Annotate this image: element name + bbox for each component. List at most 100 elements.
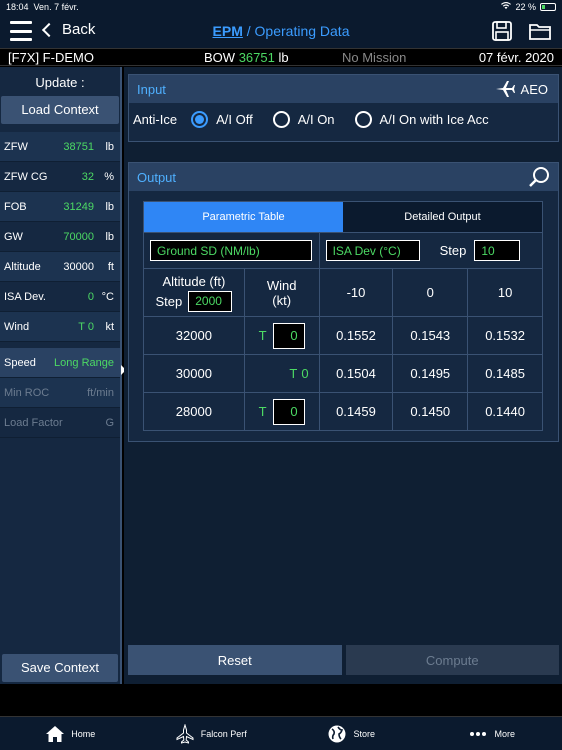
context-sidebar: Update : Load Context ZFW 38751 lb ZFW C… <box>0 67 126 684</box>
sidebar-row-speed[interactable]: Speed Long Range <box>0 348 120 378</box>
radio-unselected-icon <box>272 111 290 128</box>
reset-button[interactable]: Reset <box>128 645 342 675</box>
radio-label: A/I On with Ice Acc <box>379 112 489 127</box>
input-panel-header: Input AEO <box>129 75 558 103</box>
row-label: Altitude <box>4 260 41 273</box>
altitude-header: Altitude (ft) Step 2000 <box>144 269 245 316</box>
table-cell: 0.1450 <box>393 393 469 430</box>
isa-step-input[interactable]: 10 <box>474 240 521 261</box>
bow-readout: BOW 36751 lb <box>204 50 289 65</box>
sidebar-row-isa-dev[interactable]: ISA Dev. 0 °C <box>0 282 120 312</box>
sidebar-row-zfw[interactable]: ZFW 38751 lb <box>0 132 120 162</box>
compute-button[interactable]: Compute <box>345 645 559 675</box>
save-context-button[interactable]: Save Context <box>2 654 118 682</box>
context-values: ZFW 38751 lb ZFW CG 32 % FOB 31249 lb GW… <box>0 132 120 342</box>
load-context-button[interactable]: Load Context <box>1 96 119 124</box>
epm-link[interactable]: EPM <box>213 23 243 39</box>
tab-detailed-output[interactable]: Detailed Output <box>343 202 542 232</box>
bow-label: BOW <box>204 49 236 65</box>
radio-ai-off[interactable]: A/I Off <box>191 111 253 128</box>
row-label: ZFW <box>4 140 28 153</box>
table-header-row: Altitude (ft) Step 2000 Wind (kt) -10 0 … <box>144 269 543 317</box>
table-cell: 0.1459 <box>320 393 394 430</box>
footer-spacer <box>0 684 562 716</box>
row-wind: T 0 <box>245 393 320 430</box>
row-unit: kt <box>105 320 114 333</box>
output-tabs: Parametric Table Detailed Output <box>143 201 543 233</box>
tab-label: Home <box>71 728 96 739</box>
row-value: 38751 <box>63 140 94 153</box>
aeo-label: AEO <box>520 81 548 97</box>
sidebar-row-min-roc: Min ROC ft/min <box>0 378 120 408</box>
radio-ai-on-ice-acc[interactable]: A/I On with Ice Acc <box>354 111 489 128</box>
tab-falcon-perf[interactable]: Falcon Perf <box>141 717 282 750</box>
page-title: EPM / Operating Data <box>0 23 562 39</box>
row-altitude: 32000 <box>144 317 245 354</box>
column-header-isa: 10 <box>468 269 543 316</box>
tab-store[interactable]: Store <box>281 717 422 750</box>
sidebar-row-zfw-cg[interactable]: ZFW CG 32 % <box>0 162 120 192</box>
table-cell: 0.1495 <box>393 355 469 392</box>
battery-level: 22 % <box>515 2 536 12</box>
table-cell: 0.1543 <box>393 317 469 354</box>
isa-dev-select[interactable]: ISA Dev (°C) <box>325 240 420 261</box>
input-panel: Input AEO Anti-Ice A/I Off A/I On A/I On… <box>128 74 559 142</box>
table-cell: 0.1485 <box>468 355 543 392</box>
row-label: GW <box>4 230 23 243</box>
altitude-step-input[interactable]: 2000 <box>188 290 233 312</box>
row-unit: lb <box>105 200 114 213</box>
row-value: 70000 <box>63 230 94 243</box>
row-label: Wind <box>4 320 30 333</box>
tab-home[interactable]: Home <box>0 717 141 750</box>
table-row: 30000 T 0 0.1504 0.1495 0.1485 <box>144 355 543 393</box>
row-value: 0 <box>87 290 94 303</box>
row-value: 31249 <box>63 200 94 213</box>
sidebar-row-altitude[interactable]: Altitude 30000 ft <box>0 252 120 282</box>
output-title: Output <box>137 169 177 185</box>
save-icon[interactable] <box>490 19 514 48</box>
sidebar-row-gw[interactable]: GW 70000 lb <box>0 222 120 252</box>
table-row: 32000 T 0 0.1552 0.1543 0.1532 <box>144 317 543 355</box>
wind-input[interactable]: 0 <box>272 322 305 349</box>
altitude-header-label: Altitude (ft) <box>162 273 226 289</box>
radio-unselected-icon <box>354 111 372 128</box>
tab-label: Falcon Perf <box>200 728 247 739</box>
altitude-step-label: Step <box>155 293 183 309</box>
tab-more[interactable]: More <box>422 717 562 750</box>
wind-header: Wind (kt) <box>245 269 320 316</box>
sidebar-row-load-factor: Load Factor G <box>0 408 120 438</box>
row-value: 30000 <box>63 260 94 273</box>
flight-date: 07 févr. 2020 <box>478 49 554 65</box>
row-label: ZFW CG <box>4 170 48 183</box>
tab-parametric-table[interactable]: Parametric Table <box>144 202 343 232</box>
tab-label: Store <box>353 728 375 739</box>
falcon-jet-icon <box>176 723 194 744</box>
row-label: Speed <box>4 356 36 369</box>
sidebar-row-wind[interactable]: Wind T 0 kt <box>0 312 120 342</box>
magnifier-icon[interactable] <box>528 166 550 188</box>
table-selector-row: Ground SD (NM/lb) ISA Dev (°C) Step 10 <box>144 233 543 269</box>
battery-icon <box>540 3 556 11</box>
status-date: Ven. 7 févr. <box>33 2 79 12</box>
sidebar-row-fob[interactable]: FOB 31249 lb <box>0 192 120 222</box>
radio-ai-on[interactable]: A/I On <box>272 111 335 128</box>
row-label: Load Factor <box>4 416 63 429</box>
anti-ice-options: Anti-Ice A/I Off A/I On A/I On with Ice … <box>129 103 558 136</box>
page-subtitle: / Operating Data <box>246 23 350 39</box>
folder-icon[interactable] <box>528 19 552 48</box>
row-value: T 0 <box>78 320 94 333</box>
row-value: 32 <box>81 170 94 183</box>
wind-input[interactable]: 0 <box>272 398 305 425</box>
row-unit: G <box>105 416 114 429</box>
output-panel-header: Output <box>129 163 558 191</box>
aeo-mode[interactable]: AEO <box>495 80 548 98</box>
row-wind: T 0 <box>245 317 320 354</box>
wind-prefix: T <box>258 404 267 419</box>
mission-status: No Mission <box>342 49 407 65</box>
nav-bar: Back EPM / Operating Data <box>0 14 562 48</box>
row-label: ISA Dev. <box>4 290 46 303</box>
parameter-select[interactable]: Ground SD (NM/lb) <box>150 240 312 261</box>
output-panel: Output Parametric Table Detailed Output … <box>128 162 559 442</box>
radio-label: A/I On <box>297 112 335 127</box>
status-bar: 18:04 Ven. 7 févr. 22 % <box>0 0 562 14</box>
